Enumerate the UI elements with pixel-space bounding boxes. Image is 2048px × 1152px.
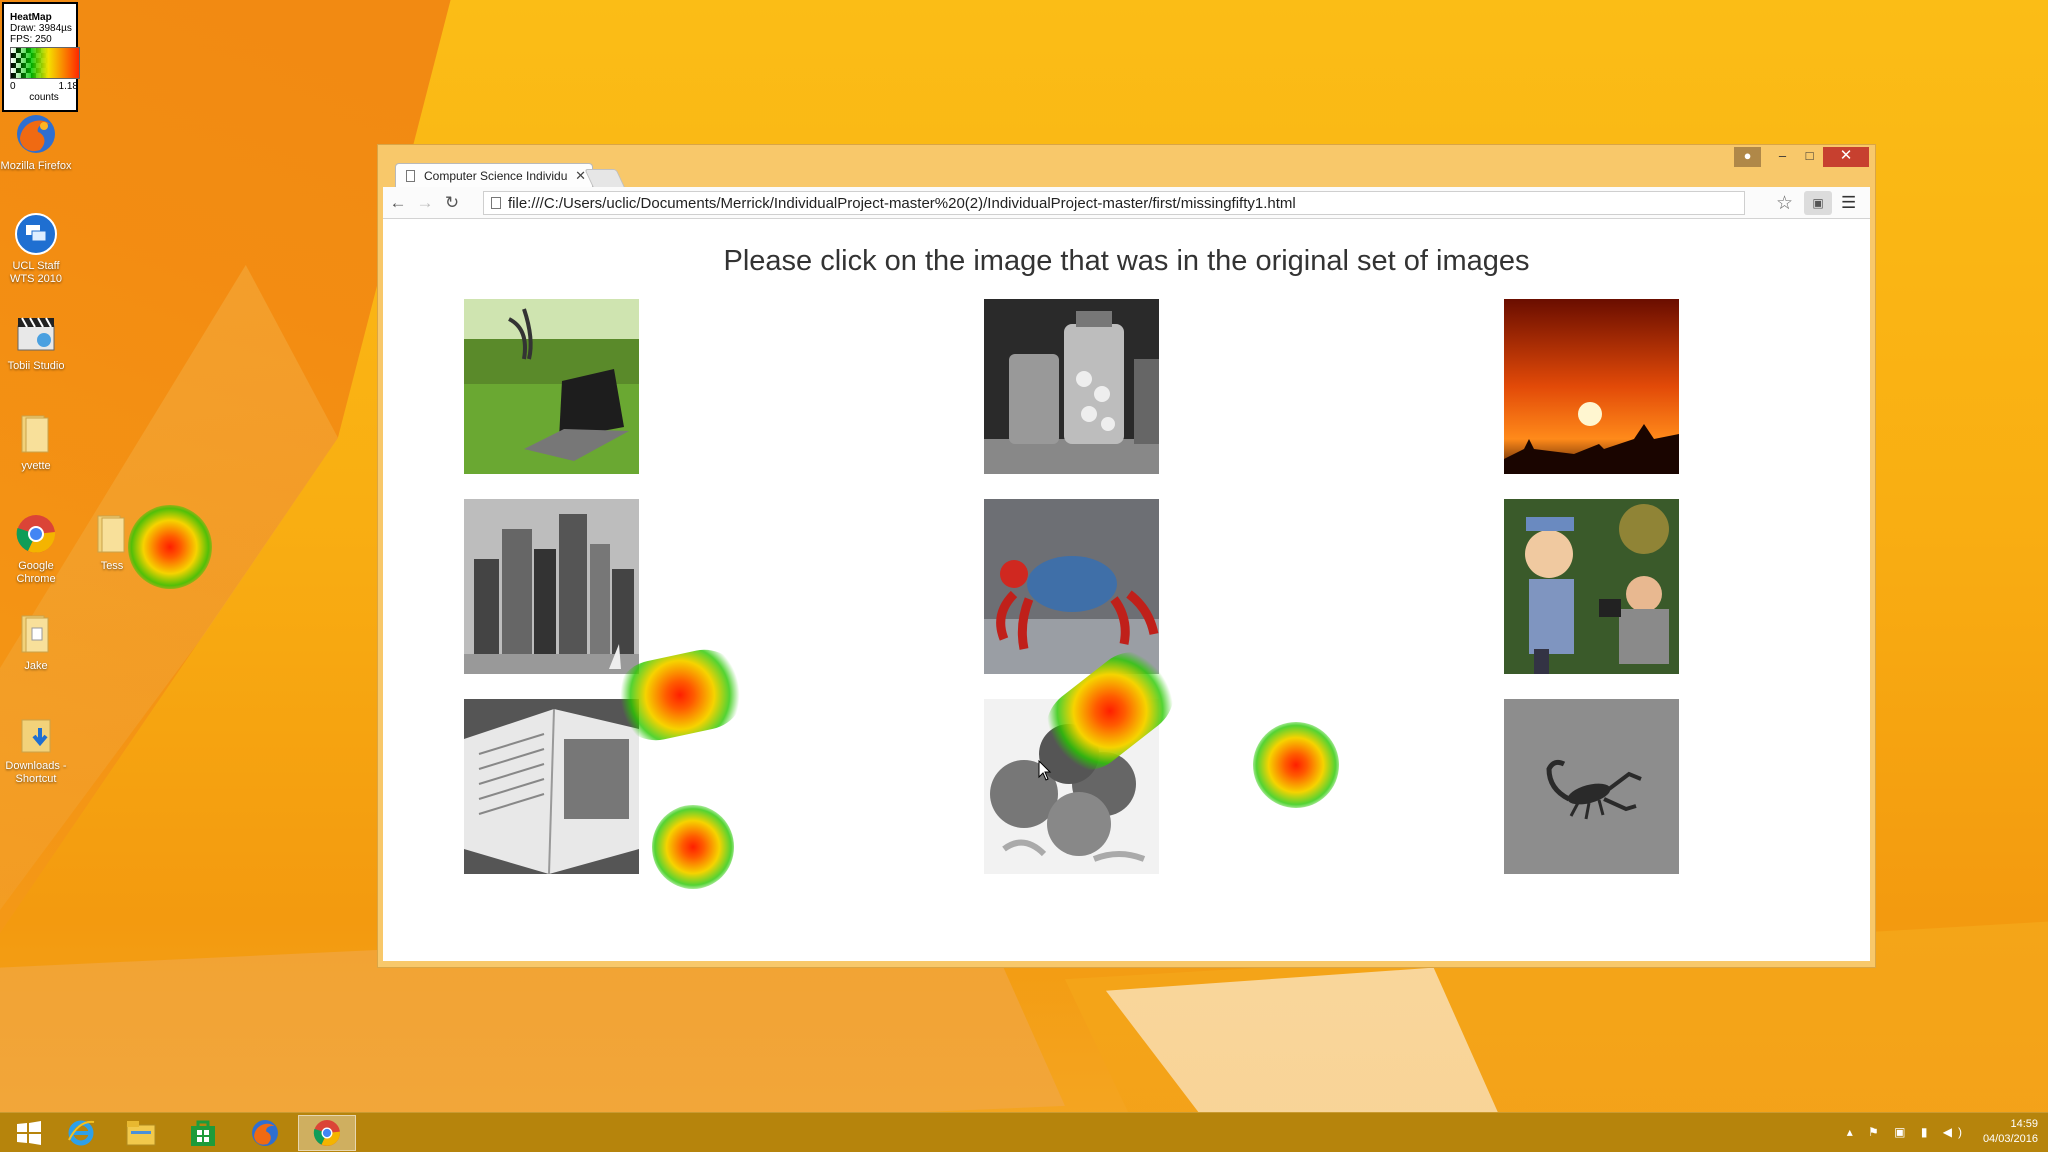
desktop-icon-label: Jake: [24, 660, 48, 672]
heatmap-gradient: [10, 47, 80, 79]
clock-date: 04/03/2016: [1982, 1133, 2038, 1145]
question-heading: Please click on the image that was in th…: [723, 245, 1530, 277]
image-option-laptop[interactable]: [464, 299, 639, 474]
downloads-folder-icon: [14, 712, 58, 756]
desktop-icon-tobii-studio[interactable]: Tobii Studio: [0, 312, 72, 373]
desktop-icon-firefox[interactable]: Mozilla Firefox: [0, 112, 72, 173]
url-text: file:///C:/Users/uclic/Documents/Merrick…: [508, 195, 1296, 212]
folder-icon: [14, 612, 58, 656]
desktop-icon-jake[interactable]: Jake: [0, 612, 72, 673]
internet-explorer-icon[interactable]: [52, 1115, 110, 1151]
desktop-icon-label: Tobii Studio: [7, 360, 65, 372]
heatmap-fps: FPS: 250: [10, 34, 52, 45]
address-bar[interactable]: file:///C:/Users/uclic/Documents/Merrick…: [483, 191, 1745, 215]
menu-icon[interactable]: ☰: [1841, 193, 1856, 213]
back-icon[interactable]: ←: [388, 193, 408, 213]
file-explorer-icon[interactable]: [112, 1115, 170, 1151]
heatmap-title: HeatMap: [10, 12, 52, 23]
system-tray-icons[interactable]: ▴ ⚑ ▣ ▮ ◀): [1847, 1125, 1968, 1139]
clock-time: 14:59: [2010, 1118, 2038, 1130]
image-option-scorpion[interactable]: [1504, 699, 1679, 874]
mouse-cursor-icon: [1038, 760, 1052, 781]
chrome-window: ● – □ ✕ Computer Science Individu ✕ ← → …: [377, 144, 1876, 968]
profile-icon[interactable]: ●: [1734, 147, 1761, 167]
image-option-oranges[interactable]: [984, 699, 1159, 874]
chrome-icon: [14, 512, 58, 556]
close-button[interactable]: ✕: [1823, 147, 1869, 167]
desktop-icon-downloads-shortcut[interactable]: Downloads - Shortcut: [0, 712, 72, 786]
heatmap-unit: counts: [29, 92, 59, 103]
desktop-icon-label: Tess: [100, 560, 124, 572]
browser-toolbar: ← → ↻ file:///C:/Users/uclic/Documents/M…: [383, 187, 1870, 219]
forward-icon[interactable]: →: [415, 193, 435, 213]
page-icon: [491, 197, 501, 209]
heatmap-legend: HeatMap Draw: 3984µs FPS: 250 0 1.18 cou…: [2, 2, 80, 112]
image-option-book[interactable]: [464, 699, 639, 874]
remote-desktop-icon: [14, 212, 58, 256]
maximize-button[interactable]: □: [1796, 147, 1823, 167]
browser-tab[interactable]: Computer Science Individu ✕: [395, 163, 593, 189]
taskbar: ▴ ⚑ ▣ ▮ ◀) 14:59 04/03/2016: [0, 1112, 2048, 1152]
bookmark-star-icon[interactable]: ☆: [1776, 192, 1793, 215]
tab-title: Computer Science Individu: [424, 169, 568, 183]
page-icon: [406, 170, 415, 182]
desktop-icon-label: Mozilla Firefox: [0, 160, 72, 172]
folder-icon: [90, 512, 134, 556]
heatmap-min: 0: [10, 81, 16, 92]
tobii-studio-icon: [14, 312, 58, 356]
folder-icon: [14, 412, 58, 456]
desktop-icon-label: UCL Staff WTS 2010: [10, 260, 62, 285]
reload-icon[interactable]: ↻: [442, 193, 462, 213]
image-option-city[interactable]: [464, 499, 639, 674]
firefox-icon: [14, 112, 58, 156]
image-option-figurines[interactable]: [1504, 499, 1679, 674]
image-option-sunset[interactable]: [1504, 299, 1679, 474]
chrome-icon[interactable]: [298, 1115, 356, 1151]
heatmap-max: 1.18: [58, 81, 78, 92]
store-icon[interactable]: [174, 1115, 232, 1151]
clock[interactable]: 14:59 04/03/2016: [1983, 1117, 2038, 1147]
desktop-icon-ucl-staff[interactable]: UCL Staff WTS 2010: [0, 212, 72, 286]
minimize-button[interactable]: –: [1769, 147, 1796, 167]
image-option-candy-jars[interactable]: [984, 299, 1159, 474]
desktop-icon-label: Google Chrome: [16, 560, 56, 585]
desktop-icon-google-chrome[interactable]: Google Chrome: [0, 512, 72, 586]
image-option-crab[interactable]: [984, 499, 1159, 674]
extension-icon[interactable]: ▣: [1804, 191, 1832, 215]
heatmap-draw-time: Draw: 3984µs: [10, 23, 72, 34]
desktop-icon-yvette[interactable]: yvette: [0, 412, 72, 473]
firefox-icon[interactable]: [236, 1115, 294, 1151]
start-icon[interactable]: [0, 1115, 58, 1151]
desktop-icon-label: Downloads - Shortcut: [5, 760, 67, 785]
desktop-icon-tess[interactable]: Tess: [76, 512, 148, 573]
desktop-icon-label: yvette: [21, 460, 51, 472]
desktop: HeatMap Draw: 3984µs FPS: 250 0 1.18 cou…: [0, 0, 2048, 1152]
page-content: Please click on the image that was in th…: [383, 219, 1870, 961]
